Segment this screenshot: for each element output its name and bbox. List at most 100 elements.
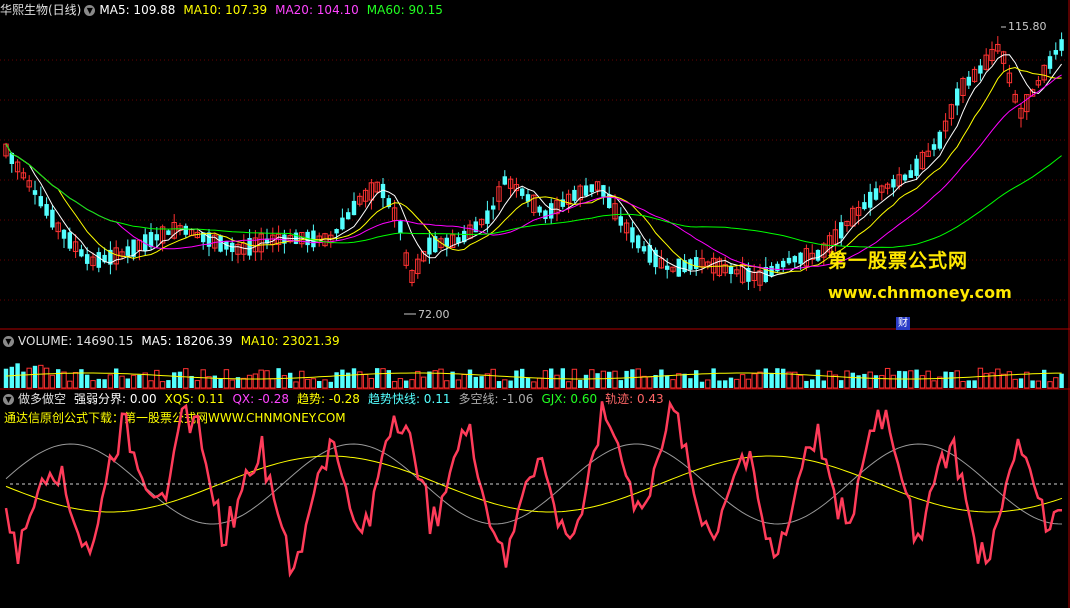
volume-bar <box>821 380 826 388</box>
volume-bar <box>317 381 322 388</box>
volume-bar <box>618 380 623 388</box>
volume-bar <box>299 370 305 389</box>
volume-bars <box>3 363 1064 389</box>
volume-bar <box>252 373 259 389</box>
candle-body <box>166 230 171 235</box>
volume-bar <box>624 370 629 388</box>
volume-bar <box>560 368 565 388</box>
candle-body <box>67 232 72 249</box>
volume-bar <box>420 376 427 389</box>
volume-bar <box>397 378 404 389</box>
volume-bar <box>867 371 873 389</box>
candle-body <box>728 266 734 275</box>
candle-body <box>1059 39 1064 51</box>
candle-body <box>792 256 797 263</box>
volume-bar <box>461 373 467 389</box>
volume-bar <box>635 368 641 389</box>
candle-body <box>589 184 594 193</box>
candle-body <box>636 235 641 249</box>
finance-badge[interactable]: 财 <box>896 317 910 330</box>
volume-bar <box>536 377 543 389</box>
volume-bar <box>1000 373 1007 389</box>
volume-bar <box>520 368 525 388</box>
volume-bar <box>38 364 44 389</box>
volume-bar <box>3 368 9 388</box>
volume-bar <box>200 369 206 389</box>
volume-bar <box>56 369 61 388</box>
volume-bar <box>310 378 317 389</box>
volume-bar <box>514 370 519 388</box>
volume-bar <box>612 370 618 389</box>
low-price-tag: 72.00 <box>418 308 450 321</box>
volume-bar <box>630 369 635 388</box>
candle-body <box>44 204 49 216</box>
volume-bar <box>682 373 687 388</box>
volume-bar <box>542 370 549 389</box>
volume-bar <box>444 380 450 389</box>
candle-body <box>786 257 792 264</box>
candle-body <box>79 249 84 257</box>
volume-bar <box>977 367 984 389</box>
volume-bar <box>67 380 73 389</box>
volume-bar <box>281 375 288 389</box>
volume-bar <box>879 374 885 389</box>
volume-bar <box>1030 380 1035 388</box>
volume-bar <box>890 374 897 389</box>
volume-bar <box>455 379 462 389</box>
volume-bar <box>119 375 125 389</box>
indicator-lines <box>4 399 1063 578</box>
candle-body <box>520 188 525 196</box>
volume-bar <box>670 379 676 389</box>
candle-body <box>334 229 339 234</box>
volume-bar <box>90 380 96 389</box>
candle-body <box>85 254 90 264</box>
volume-bar <box>375 368 380 388</box>
volume-bar <box>189 375 194 388</box>
volume-bar <box>32 365 38 388</box>
candle-body <box>572 189 577 201</box>
volume-bar <box>949 371 954 388</box>
candle-body <box>618 216 623 226</box>
volume-bar <box>728 377 734 388</box>
volume-bar <box>676 373 682 389</box>
volume-bar <box>467 369 473 388</box>
volume-bar <box>583 374 589 388</box>
volume-bar <box>96 378 101 388</box>
volume-bar <box>711 368 716 388</box>
kline-chart[interactable] <box>0 0 1070 608</box>
candle-body <box>61 229 67 239</box>
high-price-tag: 115.80 <box>1008 20 1047 33</box>
volume-bar <box>966 380 971 388</box>
candle-body <box>815 249 821 261</box>
volume-bar <box>856 375 861 388</box>
volume-bar <box>246 374 253 389</box>
qx-line <box>4 399 1063 578</box>
volume-bar <box>508 380 513 388</box>
volume-bar <box>688 378 693 388</box>
volume-bar <box>21 371 26 388</box>
volume-bar <box>797 374 804 389</box>
volume-bar <box>438 368 444 389</box>
volume-bar <box>172 372 177 388</box>
candle-body <box>868 191 873 208</box>
candle-body <box>978 65 983 74</box>
volume-bar <box>270 378 276 389</box>
volume-bar <box>479 376 484 388</box>
volume-bar <box>757 371 763 389</box>
volume-bar <box>502 379 508 389</box>
candle-body <box>351 200 357 216</box>
candle-body <box>346 212 351 220</box>
candle-body <box>491 205 496 210</box>
candle-body <box>775 263 780 272</box>
volume-bar <box>496 381 502 388</box>
volume-bar <box>380 368 386 389</box>
volume-bar <box>554 374 560 389</box>
volume-bar <box>739 374 746 389</box>
volume-bar <box>194 380 201 389</box>
candle-body <box>398 221 403 234</box>
volume-bar <box>734 378 740 389</box>
volume-bar <box>212 375 217 388</box>
volume-bar <box>769 372 774 388</box>
candle-body <box>641 246 647 252</box>
volume-bar <box>1059 373 1064 388</box>
